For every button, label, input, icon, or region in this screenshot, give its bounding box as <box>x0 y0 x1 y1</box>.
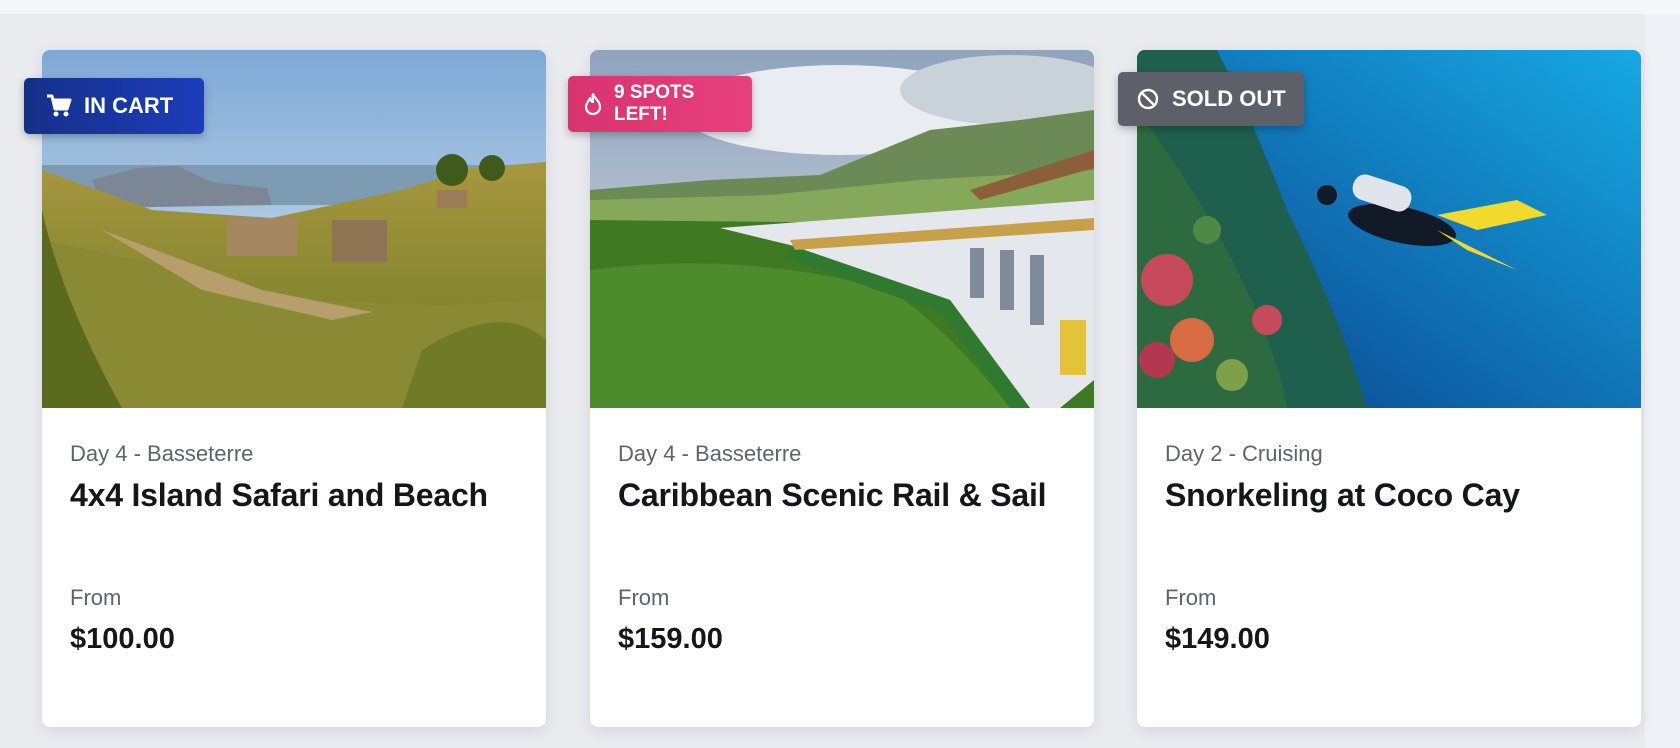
day-label: Day 2 - Cruising <box>1165 441 1323 466</box>
excursion-title: Snorkeling at Coco Cay <box>1165 477 1520 513</box>
spots-left-badge-label: 9 SPOTS LEFT! <box>614 82 695 125</box>
cart-icon <box>47 94 72 117</box>
ban-icon <box>1137 88 1159 110</box>
page-top-band <box>0 0 1680 14</box>
flame-icon <box>584 92 602 116</box>
excursion-grid: IN CART Day 4 - Basseterre 4x4 Island Sa… <box>0 14 1645 748</box>
price: $149.00 <box>1165 623 1270 655</box>
price: $159.00 <box>618 623 723 655</box>
in-cart-badge-label: IN CART <box>84 93 174 118</box>
excursion-title: 4x4 Island Safari and Beach <box>70 477 488 513</box>
excursion-card-island-safari[interactable]: IN CART Day 4 - Basseterre 4x4 Island Sa… <box>24 50 546 727</box>
excursion-title: Caribbean Scenic Rail & Sail <box>618 477 1047 513</box>
excursion-card-snorkeling[interactable]: SOLD OUT Day 2 - Cruising Snorkeling at … <box>1118 50 1641 727</box>
from-label: From <box>618 585 670 610</box>
from-label: From <box>1165 585 1217 610</box>
sold-out-badge: SOLD OUT <box>1118 72 1304 126</box>
from-label: From <box>70 585 122 610</box>
day-label: Day 4 - Basseterre <box>618 441 802 466</box>
excursion-card-scenic-rail[interactable]: 9 SPOTS LEFT! Day 4 - Basseterre Caribbe… <box>568 50 1094 727</box>
day-label: Day 4 - Basseterre <box>70 441 254 466</box>
in-cart-badge: IN CART <box>24 78 204 134</box>
sold-out-badge-label: SOLD OUT <box>1172 86 1286 111</box>
price: $100.00 <box>70 623 175 655</box>
spots-left-badge: 9 SPOTS LEFT! <box>568 76 752 132</box>
